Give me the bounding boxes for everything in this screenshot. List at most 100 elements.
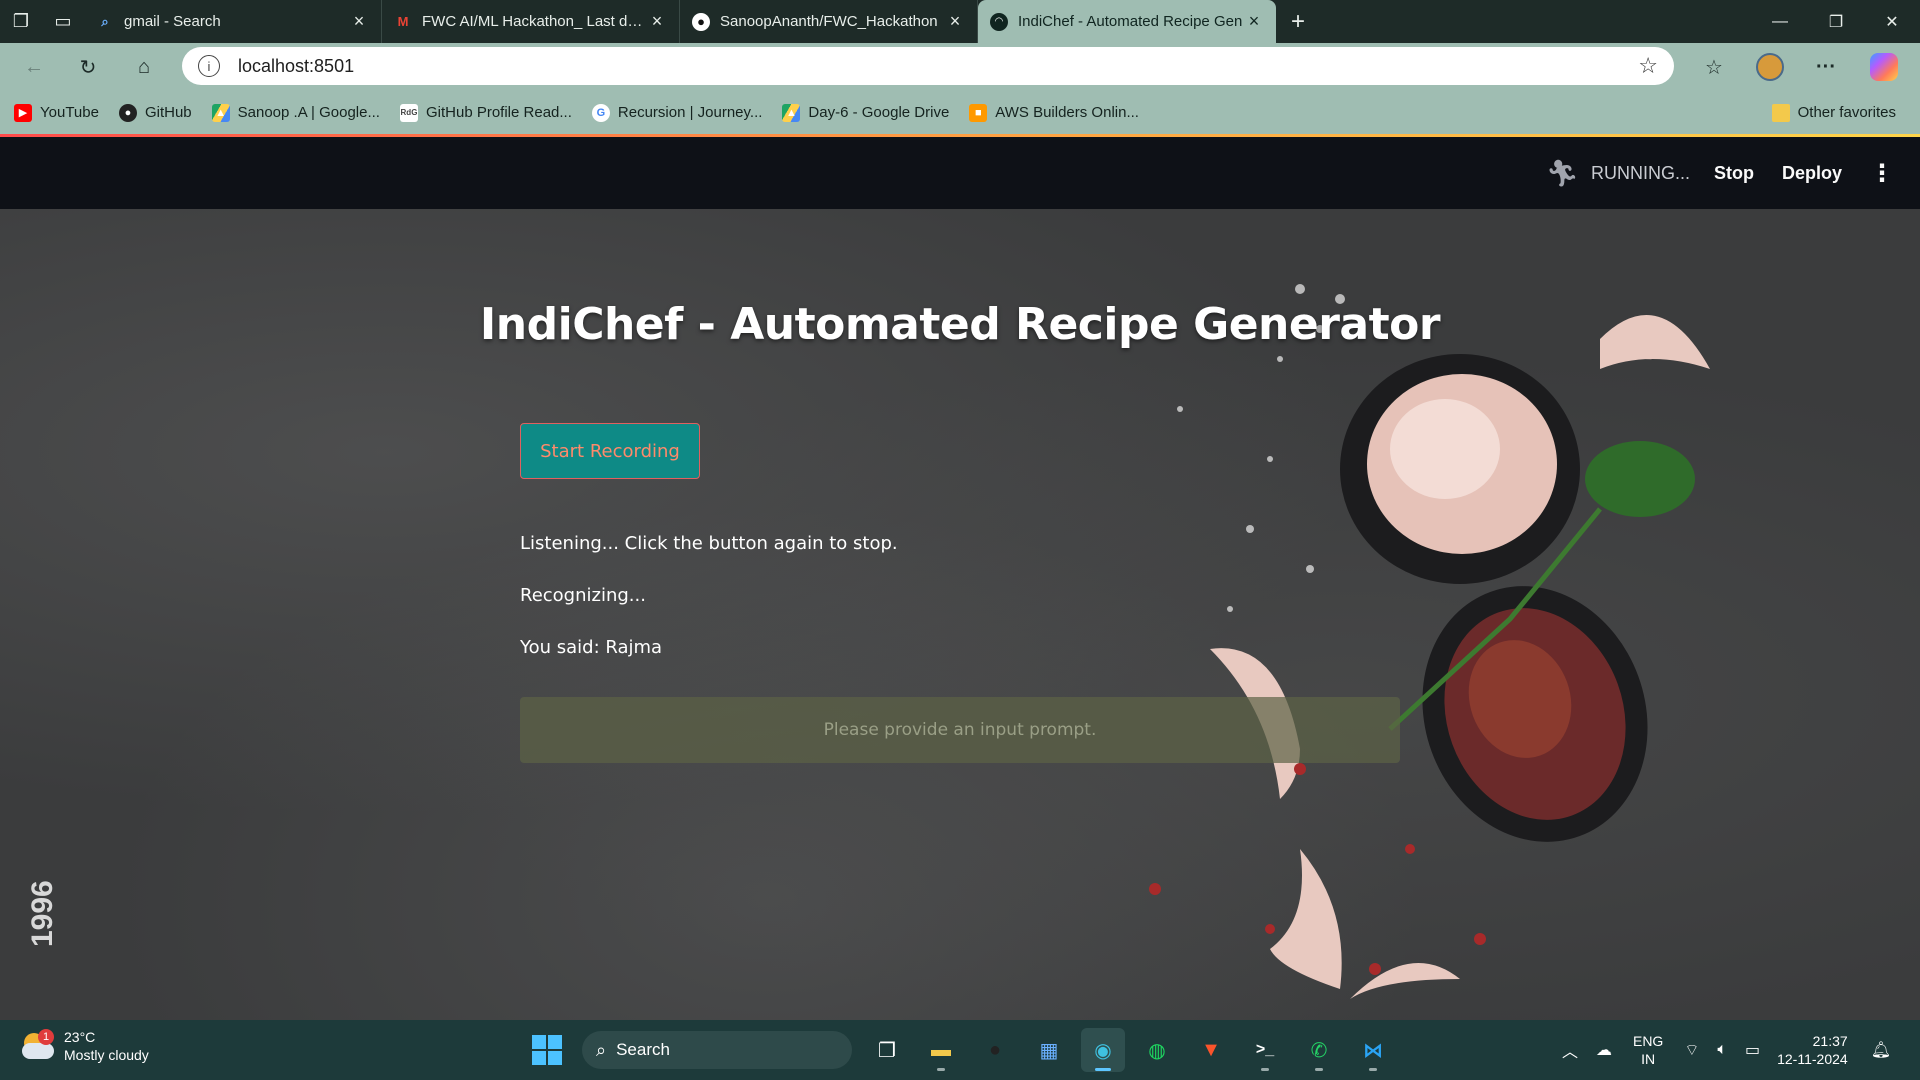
running-person-icon: 🏃︎	[1545, 157, 1579, 188]
transcript-message: You said: Rajma	[520, 637, 663, 658]
reload-icon[interactable]: ↻	[70, 51, 106, 83]
search-icon: ⌕	[596, 1039, 607, 1060]
task-view-icon[interactable]: ❐	[865, 1028, 909, 1072]
avatar	[1756, 53, 1784, 81]
bookmarks-bar: ▶ YouTube ● GitHub ▲ Sanoop .A | Google.…	[0, 91, 1920, 134]
weather-desc: Mostly cloudy	[64, 1047, 149, 1063]
browser-toolbar: ← ↻ ⌂ i localhost:8501 ☆ ☆ ···	[0, 43, 1920, 91]
start-recording-button[interactable]: Start Recording	[520, 423, 700, 479]
home-icon[interactable]: ⌂	[126, 51, 162, 83]
clock-date: 12-11-2024	[1777, 1051, 1848, 1067]
copilot-logo	[1870, 53, 1898, 81]
copilot-icon[interactable]	[1866, 51, 1902, 83]
onedrive-cloud-icon[interactable]: ☁	[1596, 1040, 1612, 1060]
tab-title: gmail - Search	[124, 13, 221, 30]
bookmark-label: GitHub Profile Read...	[425, 104, 572, 121]
wifi-icon[interactable]: ⌔	[1684, 1040, 1699, 1060]
bookmark-label: Day-6 - Google Drive	[808, 104, 950, 121]
close-tab-icon[interactable]: ×	[1244, 11, 1264, 32]
bookmark-aws-builders[interactable]: ■ AWS Builders Onlin...	[969, 103, 1139, 122]
app-main: IndiChef - Automated Recipe Generator St…	[0, 209, 1920, 1020]
taskbar-search[interactable]: ⌕ Search	[582, 1031, 852, 1069]
streamlit-header: 🏃︎ RUNNING... Stop Deploy ⋮	[0, 137, 1920, 209]
bookmark-github[interactable]: ● GitHub	[118, 103, 192, 122]
site-info-icon[interactable]: i	[198, 55, 220, 77]
close-tab-icon[interactable]: ×	[945, 11, 965, 32]
battery-icon[interactable]: ▭	[1745, 1040, 1760, 1060]
tab-github-repo[interactable]: ● SanoopAnanth/FWC_Hackathon ×	[680, 0, 978, 43]
google-drive-icon: ▲	[211, 103, 230, 122]
edge-browser-icon[interactable]: ◉	[1081, 1028, 1125, 1072]
restore-icon[interactable]: ❐	[1808, 0, 1864, 43]
tab-fwc-hackathon-mail[interactable]: M FWC AI/ML Hackathon_ Last date ×	[382, 0, 680, 43]
file-explorer-icon[interactable]: ▬	[919, 1028, 963, 1072]
terminal-icon[interactable]: >_	[1243, 1028, 1287, 1072]
tab-actions-icon[interactable]: ▭	[42, 0, 84, 43]
vscode-icon[interactable]: ⋈	[1351, 1028, 1395, 1072]
bookmark-label: YouTube	[40, 104, 99, 121]
weather-temp: 23°C	[64, 1029, 96, 1045]
favorite-star-icon[interactable]: ☆	[1638, 53, 1658, 79]
language-indicator[interactable]: ENG IN	[1633, 1032, 1663, 1068]
weather-widget[interactable]: 1 23°C Mostly cloudy	[20, 1028, 149, 1064]
window-controls: — ❐ ✕	[1752, 0, 1920, 43]
new-tab-button[interactable]: +	[1276, 0, 1320, 43]
input-prompt-warning: Please provide an input prompt.	[520, 697, 1400, 763]
pink-salt-bowl	[1340, 354, 1580, 584]
windows-start-icon[interactable]	[532, 1035, 562, 1065]
youtube-icon: ▶	[14, 103, 32, 122]
google-icon: G	[591, 103, 610, 122]
bookmark-youtube[interactable]: ▶ YouTube	[14, 103, 99, 122]
clock[interactable]: 21:37 12-11-2024	[1777, 1032, 1848, 1068]
minimize-icon[interactable]: —	[1752, 0, 1808, 43]
stop-button[interactable]: Stop	[1714, 163, 1754, 184]
google-drive-icon: ▲	[782, 103, 801, 122]
search-icon: ⌕	[101, 13, 109, 29]
brave-browser-icon[interactable]: ▼	[1189, 1028, 1233, 1072]
microphone-icon[interactable]: ●	[973, 1028, 1017, 1072]
back-icon[interactable]: ←	[16, 51, 52, 83]
notification-bell-icon[interactable]: 🔔︎	[1871, 1040, 1891, 1060]
favorites-icon[interactable]: ☆	[1696, 51, 1732, 83]
readme-icon: RdG	[399, 103, 418, 122]
bookmark-day6-google-drive[interactable]: ▲ Day-6 - Google Drive	[782, 103, 950, 122]
volume-icon[interactable]: 🔈︎	[1717, 1041, 1727, 1059]
chevron-up-icon[interactable]: ︿	[1562, 1038, 1578, 1062]
recognizing-message: Recognizing...	[520, 585, 646, 606]
more-options-icon[interactable]: ···	[1808, 51, 1844, 83]
profile-avatar[interactable]	[1752, 51, 1788, 83]
tab-title: IndiChef - Automated Recipe Gen	[1018, 13, 1243, 30]
bookmark-sanoop-google-drive[interactable]: ▲ Sanoop .A | Google...	[211, 103, 380, 122]
bookmark-other-favorites[interactable]: Other favorites	[1771, 103, 1896, 122]
whatsapp-icon[interactable]: ✆	[1297, 1028, 1341, 1072]
windows-taskbar: 1 23°C Mostly cloudy ⌕ Search ❐ ▬ ● ▦ ◉ …	[0, 1020, 1920, 1080]
workspaces-icon[interactable]: ❐	[0, 0, 42, 43]
aws-icon: ■	[969, 103, 988, 122]
close-tab-icon[interactable]: ×	[647, 11, 667, 32]
tab-indichef[interactable]: ◠ IndiChef - Automated Recipe Gen ×	[978, 0, 1276, 43]
bookmark-github-profile-readme[interactable]: RdG GitHub Profile Read...	[399, 103, 572, 122]
address-url[interactable]: localhost:8501	[238, 56, 1638, 77]
page-title: IndiChef - Automated Recipe Generator	[479, 299, 1441, 350]
lang-top: ENG	[1632, 1033, 1664, 1049]
close-window-icon[interactable]: ✕	[1864, 0, 1920, 43]
running-label: RUNNING...	[1590, 162, 1690, 183]
folder-icon	[1771, 103, 1790, 122]
spotify-icon[interactable]: ◍	[1135, 1028, 1179, 1072]
bookmark-label: GitHub	[144, 104, 192, 121]
tab-title: FWC AI/ML Hackathon_ Last date	[422, 13, 647, 30]
tab-gmail-search[interactable]: ⌕ gmail - Search ×	[84, 0, 382, 43]
address-bar[interactable]: i localhost:8501 ☆	[182, 47, 1674, 85]
bookmark-label: Sanoop .A | Google...	[237, 104, 380, 121]
weather-cloudy-icon: 1	[20, 1029, 54, 1061]
github-icon: ●	[692, 12, 710, 31]
streamlit-icon: ◠	[990, 12, 1008, 31]
close-tab-icon[interactable]: ×	[349, 11, 369, 32]
deploy-button[interactable]: Deploy	[1782, 163, 1842, 184]
bookmark-recursion[interactable]: G Recursion | Journey...	[591, 103, 763, 122]
main-menu-icon[interactable]: ⋮	[1870, 159, 1894, 188]
bookmark-label: Recursion | Journey...	[617, 104, 763, 121]
microsoft-store-icon[interactable]: ▦	[1027, 1028, 1071, 1072]
lang-bottom: IN	[1641, 1051, 1656, 1067]
peppercorn-bowl	[1422, 586, 1648, 842]
